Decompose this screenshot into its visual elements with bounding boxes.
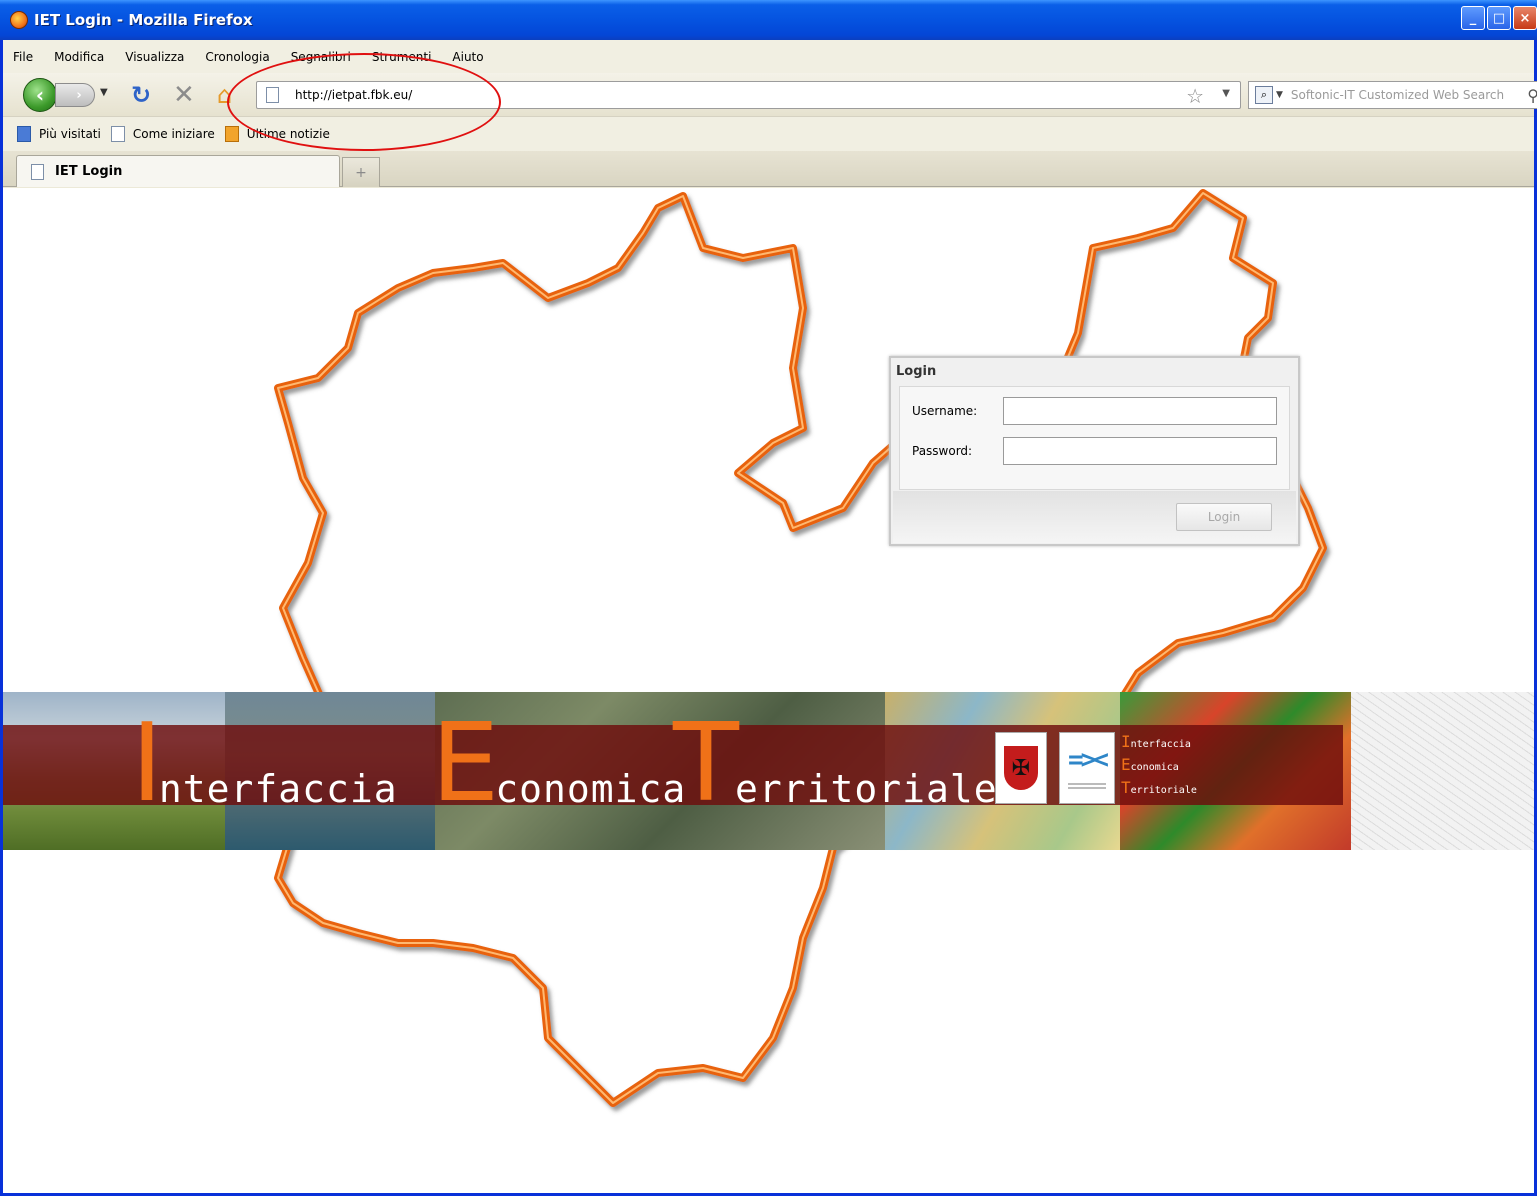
trentino-map-outline	[269, 189, 1327, 1107]
page-icon	[110, 126, 125, 142]
smart-bookmark-icon	[17, 126, 31, 142]
bookmark-ultime-notizie[interactable]: Ultime notizie	[224, 126, 330, 142]
navigation-toolbar: ‹ › ▼ ↻ ✕ ⌂ http://ietpat.fbk.eu/ ☆ ▼ ⌕ …	[3, 73, 1537, 117]
tab-strip: IET Login +	[3, 151, 1534, 187]
username-input[interactable]	[1003, 397, 1277, 425]
banner-cap-t: T	[673, 701, 739, 826]
mini-rest-interfaccia: nterfaccia	[1130, 739, 1191, 750]
title-bar: IET Login - Mozilla Firefox _ □ ×	[0, 0, 1537, 40]
search-engine-icon[interactable]: ⌕	[1255, 86, 1273, 104]
password-label: Password:	[912, 444, 973, 458]
login-footer: Login	[893, 491, 1296, 543]
banner-rest-economica: conomica	[495, 767, 687, 811]
search-bar[interactable]: ⌕ ▼ Softonic-IT Customized Web Search ⚲	[1248, 81, 1537, 109]
password-input[interactable]	[1003, 437, 1277, 465]
menu-modifica[interactable]: Modifica	[54, 50, 104, 64]
banner-cadastral-map	[1351, 692, 1534, 850]
tab-label: IET Login	[55, 164, 123, 179]
bookmark-label: Più visitati	[39, 127, 101, 141]
banner-cap-e: E	[431, 701, 500, 826]
iet-banner: I nterfaccia E conomica T erritoriale ✠ …	[3, 692, 1534, 850]
mini-cap-i: I	[1121, 732, 1131, 751]
menu-file[interactable]: File	[13, 50, 33, 64]
fbk-caption-icon	[1068, 783, 1106, 791]
mini-cap-e: E	[1121, 755, 1131, 774]
rss-feed-icon	[224, 126, 239, 142]
bookmark-label: Come iniziare	[132, 127, 215, 141]
fbk-logo: =><	[1059, 732, 1115, 804]
login-form: Username: Password:	[899, 386, 1290, 490]
stop-icon[interactable]: ✕	[173, 80, 195, 110]
home-icon[interactable]: ⌂	[217, 81, 232, 109]
page-icon	[31, 163, 44, 180]
forward-button[interactable]: ›	[55, 83, 95, 107]
firefox-icon	[10, 11, 28, 29]
new-tab-button[interactable]: +	[342, 157, 380, 187]
url-bar[interactable]: http://ietpat.fbk.eu/ ☆ ▼	[256, 81, 1241, 109]
menu-cronologia[interactable]: Cronologia	[205, 50, 269, 64]
login-button[interactable]: Login	[1176, 503, 1272, 531]
banner-word-economica: E conomica	[431, 710, 686, 818]
iet-mini-logo: Interfaccia Economica Territoriale	[1121, 732, 1197, 801]
browser-window: IET Login - Mozilla Firefox _ □ × File M…	[0, 0, 1537, 1196]
menu-segnalibri[interactable]: Segnalibri	[291, 50, 351, 64]
minimize-button[interactable]: _	[1461, 6, 1485, 30]
banner-word-territoriale: T erritoriale	[673, 710, 998, 818]
page-content: I nterfaccia E conomica T erritoriale ✠ …	[3, 188, 1534, 1193]
back-button[interactable]: ‹	[23, 78, 57, 112]
login-dialog: Login Username: Password: Login	[889, 356, 1300, 546]
bookmark-star-icon[interactable]: ☆	[1186, 84, 1204, 108]
eagle-crest-icon: ✠	[1004, 746, 1038, 790]
url-text[interactable]: http://ietpat.fbk.eu/	[295, 88, 412, 102]
login-title: Login	[896, 364, 937, 379]
search-icon[interactable]: ⚲	[1527, 86, 1537, 105]
bookmark-come-iniziare[interactable]: Come iniziare	[110, 126, 215, 142]
window-title: IET Login - Mozilla Firefox	[34, 11, 253, 29]
url-dropdown-icon[interactable]: ▼	[1222, 88, 1230, 99]
search-placeholder[interactable]: Softonic-IT Customized Web Search	[1291, 88, 1504, 102]
reload-icon[interactable]: ↻	[131, 81, 151, 109]
menu-visualizza[interactable]: Visualizza	[125, 50, 184, 64]
mini-rest-economica: conomica	[1130, 762, 1179, 773]
maximize-button[interactable]: □	[1487, 6, 1511, 30]
menu-bar: File Modifica Visualizza Cronologia Segn…	[3, 40, 1534, 73]
menu-aiuto[interactable]: Aiuto	[452, 50, 483, 64]
search-engine-dropdown-icon[interactable]: ▼	[1276, 90, 1283, 100]
mini-rest-territoriale: erritoriale	[1130, 785, 1197, 796]
bookmarks-toolbar: Più visitati Come iniziare Ultime notizi…	[3, 117, 1534, 151]
fbk-mark-icon: =><	[1068, 745, 1109, 775]
page-icon	[266, 87, 279, 103]
banner-rest-territoriale: erritoriale	[734, 767, 998, 811]
history-dropdown-icon[interactable]: ▼	[100, 87, 108, 98]
window-controls: _ □ ×	[1461, 6, 1537, 30]
banner-rest-interfaccia: nterfaccia	[158, 767, 398, 811]
close-button[interactable]: ×	[1513, 6, 1537, 30]
tab-iet-login[interactable]: IET Login	[16, 155, 340, 187]
banner-word-interfaccia: I nterfaccia	[131, 710, 398, 818]
mini-cap-t: T	[1121, 778, 1131, 797]
bookmark-label: Ultime notizie	[246, 127, 330, 141]
bookmark-piu-visitati[interactable]: Più visitati	[17, 126, 101, 142]
username-label: Username:	[912, 404, 978, 418]
provincia-trento-logo: ✠	[995, 732, 1047, 804]
menu-strumenti[interactable]: Strumenti	[372, 50, 432, 64]
